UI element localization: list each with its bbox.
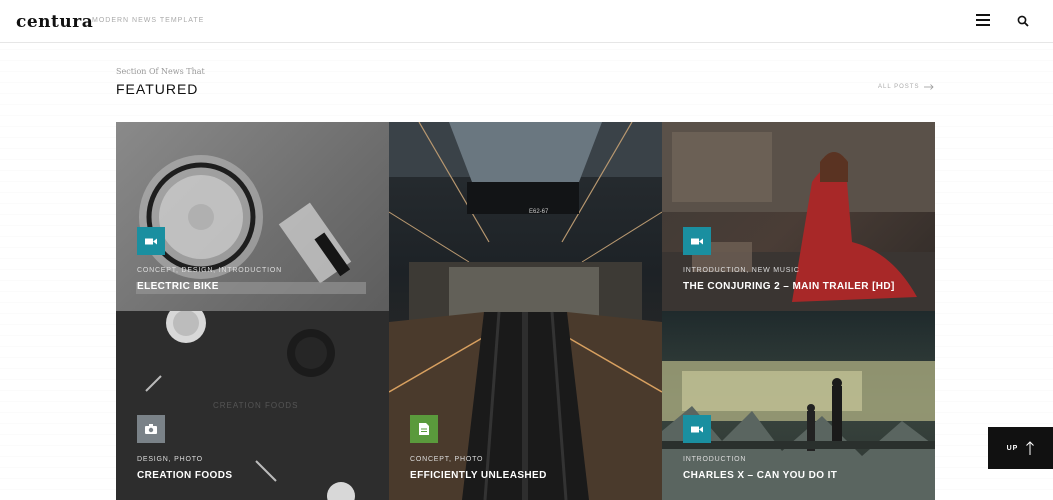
badge-video-icon xyxy=(683,227,711,255)
badge-document-icon xyxy=(410,415,438,443)
image-overlay-text: CREATION FOODS xyxy=(213,401,298,410)
scroll-up-label: UP xyxy=(1006,444,1019,452)
scroll-up-button[interactable]: UP xyxy=(988,427,1053,469)
badge-video-icon xyxy=(137,227,165,255)
featured-card-conjuring[interactable]: INTRODUCTION, NEW MUSIC THE CONJURING 2 … xyxy=(662,122,935,311)
card-image: E62-67 xyxy=(389,122,662,500)
card-categories: INTRODUCTION, NEW MUSIC xyxy=(683,267,800,274)
card-title[interactable]: EFFICIENTLY UNLEASHED xyxy=(410,470,547,481)
menu-icon[interactable] xyxy=(976,14,992,28)
site-tagline: MODERN NEWS TEMPLATE xyxy=(92,17,205,24)
card-title[interactable]: ELECTRIC BIKE xyxy=(137,281,219,292)
featured-card-charles-x[interactable]: INTRODUCTION CHARLES X – CAN YOU DO IT xyxy=(662,311,935,500)
arrow-up-icon xyxy=(1026,441,1035,455)
card-title[interactable]: CHARLES X – CAN YOU DO IT xyxy=(683,470,837,481)
arrow-right-icon xyxy=(924,84,935,90)
search-icon[interactable] xyxy=(1017,14,1031,28)
all-posts-label: ALL POSTS xyxy=(878,84,920,90)
site-header: centura MODERN NEWS TEMPLATE xyxy=(0,0,1053,43)
station-sign-text: E62-67 xyxy=(529,209,549,215)
card-categories: DESIGN, PHOTO xyxy=(137,456,203,463)
card-categories: CONCEPT, PHOTO xyxy=(410,456,484,463)
section-title: FEATURED xyxy=(116,81,199,97)
card-title[interactable]: THE CONJURING 2 – MAIN TRAILER [HD] xyxy=(683,281,895,292)
featured-card-efficiently-unleashed[interactable]: E62-67 CONCEPT, PHOTO EFFICIENTLY UNLEAS… xyxy=(389,122,662,500)
section-subtitle: Section Of News That xyxy=(116,67,205,76)
card-title[interactable]: CREATION FOODS xyxy=(137,470,232,481)
badge-video-icon xyxy=(683,415,711,443)
all-posts-link[interactable]: ALL POSTS xyxy=(878,84,935,90)
card-categories: INTRODUCTION xyxy=(683,456,747,463)
featured-grid: CONCEPT, DESIGN, INTRODUCTION ELECTRIC B… xyxy=(116,122,935,500)
badge-camera-icon xyxy=(137,415,165,443)
featured-card-creation-foods[interactable]: CREATION FOODS DESIGN, PHOTO CREATION FO… xyxy=(116,311,389,500)
featured-card-electric-bike[interactable]: CONCEPT, DESIGN, INTRODUCTION ELECTRIC B… xyxy=(116,122,389,311)
site-logo[interactable]: centura xyxy=(16,12,93,32)
card-categories: CONCEPT, DESIGN, INTRODUCTION xyxy=(137,267,282,274)
